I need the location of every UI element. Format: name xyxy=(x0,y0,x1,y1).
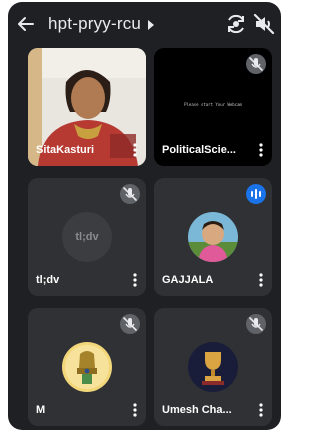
participant-tile[interactable]: Please start Your Webcam PoliticalScie..… xyxy=(154,48,272,166)
speaker-off-icon[interactable] xyxy=(252,12,276,36)
speaking-indicator-icon xyxy=(246,184,266,204)
more-options-icon[interactable] xyxy=(258,402,264,418)
participant-name: tl;dv xyxy=(36,274,60,286)
participant-name: GAJJALA xyxy=(162,274,214,286)
more-options-icon[interactable] xyxy=(258,142,264,158)
mic-off-icon xyxy=(120,184,140,204)
meeting-code[interactable]: hpt-pryy-rcu xyxy=(48,14,141,34)
more-options-icon[interactable] xyxy=(132,402,138,418)
mic-off-icon xyxy=(246,54,266,74)
participant-tile[interactable]: tl;dv tl;dv xyxy=(28,178,146,296)
more-options-icon[interactable] xyxy=(132,272,138,288)
participant-tile[interactable]: SitaKasturi xyxy=(28,48,146,166)
switch-camera-icon[interactable] xyxy=(224,12,248,36)
more-options-icon[interactable] xyxy=(258,272,264,288)
more-options-icon[interactable] xyxy=(132,142,138,158)
participant-name: Umesh Cha... xyxy=(162,404,232,416)
trophy-avatar xyxy=(188,342,238,392)
avatar xyxy=(188,212,238,262)
avatar-initials: tl;dv xyxy=(62,212,112,262)
emblem-avatar xyxy=(62,342,112,392)
participant-name: SitaKasturi xyxy=(36,144,95,156)
participant-tile[interactable]: M xyxy=(28,308,146,426)
mic-off-icon xyxy=(246,314,266,334)
participant-tile[interactable]: GAJJALA xyxy=(154,178,272,296)
participant-name: PoliticalScie... xyxy=(162,144,236,156)
back-arrow-icon[interactable] xyxy=(14,12,38,36)
participant-name: M xyxy=(36,404,46,416)
meet-call-screen: hpt-pryy-rcu SitaKasturi Please start Yo… xyxy=(8,2,281,430)
top-bar: hpt-pryy-rcu xyxy=(8,2,281,46)
screen-message: Please start Your Webcam xyxy=(184,102,242,107)
mic-off-icon xyxy=(120,314,140,334)
participant-tile[interactable]: Umesh Cha... xyxy=(154,308,272,426)
caret-right-icon[interactable] xyxy=(147,20,155,30)
